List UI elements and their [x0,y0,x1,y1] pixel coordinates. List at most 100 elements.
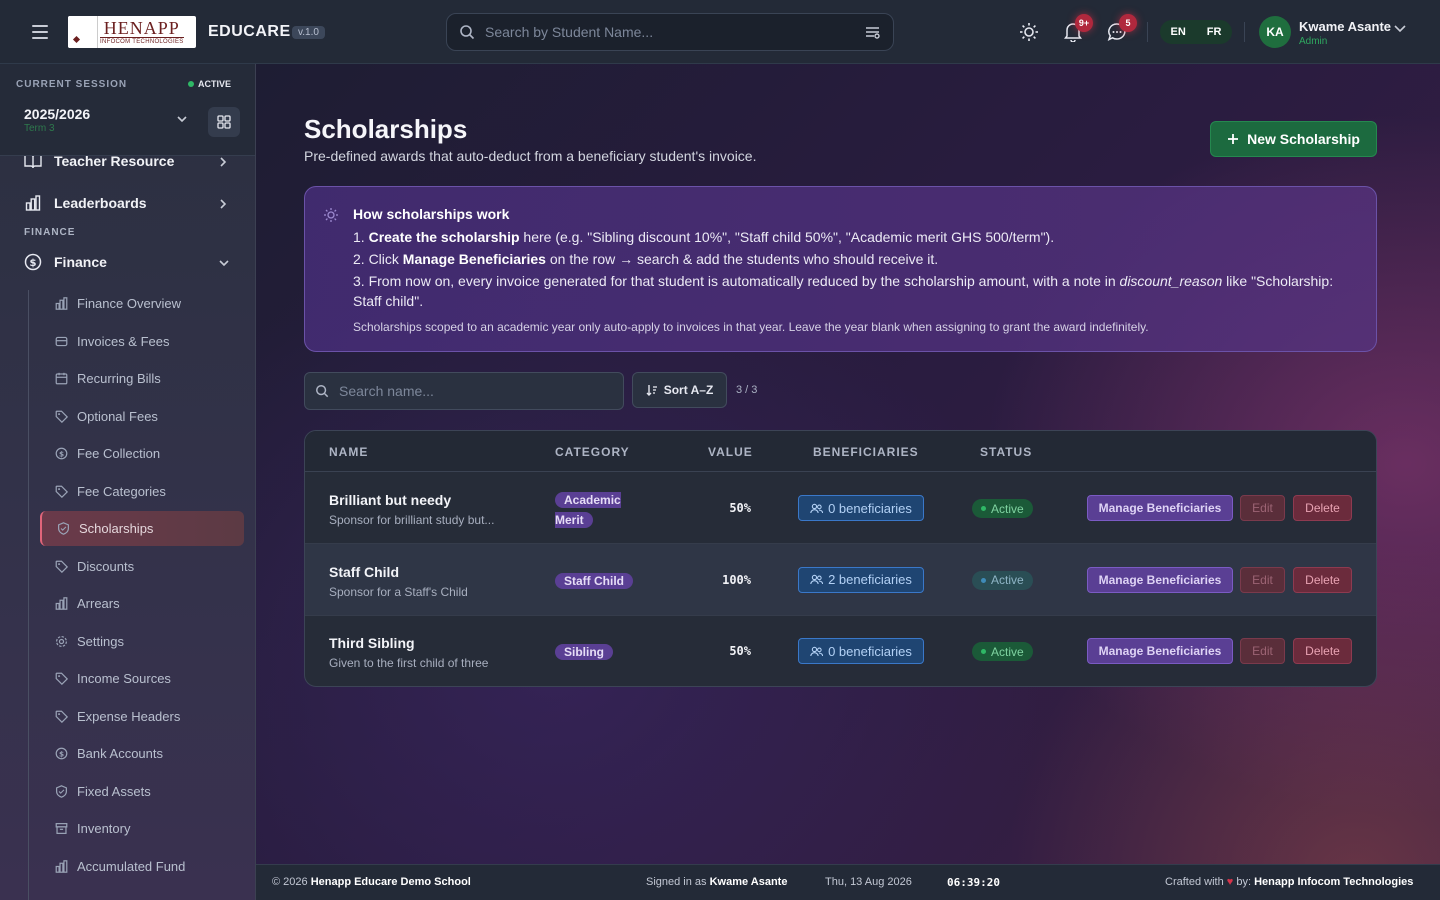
bar-chart-icon [54,859,68,873]
users-icon [810,574,824,585]
student-search[interactable] [446,13,894,51]
sidebar-item-label: Finance [54,254,107,270]
sidebar-item-invoices-fees[interactable]: Invoices & Fees [40,324,244,359]
sidebar-item-scholarships[interactable]: Scholarships [40,511,244,546]
messages-button[interactable]: 5 [1105,14,1137,44]
scholarship-search-input[interactable] [339,383,613,399]
beneficiaries-button[interactable]: 2 beneficiaries [798,566,924,593]
scholarship-value: 50% [729,644,751,658]
column-header-beneficiaries[interactable]: BENEFICIARIES [813,445,919,459]
status-badge: Active [972,499,1033,518]
status-badge: Active [972,642,1033,661]
delete-button[interactable]: Delete [1293,638,1352,664]
session-year[interactable]: 2025/2026 [24,106,90,122]
sidebar-item-fixed-assets[interactable]: Fixed Assets [40,774,244,809]
sidebar-item-leaderboards[interactable]: Leaderboards [24,194,147,212]
menu-toggle-icon[interactable] [30,22,50,42]
plus-icon [1227,133,1239,145]
footer: © 2026 Henapp Educare Demo School Signed… [256,864,1440,900]
tag-icon [54,559,68,573]
sidebar-item-label: Optional Fees [77,408,158,424]
sidebar-item-bank-accounts[interactable]: $ Bank Accounts [40,736,244,771]
sidebar-item-recurring-bills[interactable]: Recurring Bills [40,361,244,396]
chevron-right-icon[interactable] [218,156,228,168]
manage-beneficiaries-button[interactable]: Manage Beneficiaries [1087,638,1233,664]
avatar[interactable]: KA [1259,16,1291,48]
language-en[interactable]: EN [1171,26,1186,38]
sidebar-item-label: Accumulated Fund [77,858,186,874]
beneficiaries-button[interactable]: 0 beneficiaries [798,495,924,521]
status-badge: Active [972,570,1033,590]
category-badge: Sibling [555,642,613,662]
footer-clock: 06:39:20 [947,876,1000,889]
new-scholarship-button[interactable]: New Scholarship [1210,121,1377,157]
edit-button[interactable]: Edit [1240,495,1285,521]
notifications-badge: 9+ [1075,14,1093,32]
sidebar-item-inventory[interactable]: Inventory [40,811,244,846]
sort-button[interactable]: Sort A–Z [632,372,727,408]
delete-button[interactable]: Delete [1293,566,1352,593]
manage-beneficiaries-button[interactable]: Manage Beneficiaries [1087,495,1233,521]
sidebar-item-label: Arrears [77,596,120,611]
sidebar-item-finance-overview[interactable]: Finance Overview [40,286,244,321]
sidebar-item-label: Inventory [77,821,131,836]
submenu-guide [28,290,29,900]
edit-button[interactable]: Edit [1240,566,1285,593]
scholarship-description: Sponsor for a Staff's Child [329,584,468,599]
student-search-input[interactable] [485,24,865,40]
sidebar: Teacher Resource Leaderboards FINANCE $ … [0,64,256,900]
user-role: Admin [1299,36,1328,47]
sidebar-item-accumulated-fund[interactable]: Accumulated Fund [40,849,244,884]
logo-subtext: INFOCOM TECHNOLOGIES [100,36,184,45]
sun-icon [323,207,339,223]
result-count: 3 / 3 [736,384,758,396]
theme-toggle-icon[interactable] [1017,20,1041,44]
chevron-down-icon[interactable] [176,114,188,124]
main-content: Scholarships Pre-defined awards that aut… [256,64,1440,864]
scholarship-search[interactable] [304,372,624,410]
column-header-category[interactable]: CATEGORY [555,445,630,459]
scholarship-description: Given to the first child of three [329,656,489,670]
scholarship-name: Staff Child [329,563,399,580]
notifications-button[interactable]: 9+ [1061,14,1093,44]
footer-signed-in: Signed in as Kwame Asante [646,876,788,888]
chevron-down-icon[interactable] [218,258,230,268]
apps-grid-button[interactable] [208,107,240,137]
chevron-down-icon[interactable] [1393,24,1407,34]
beneficiaries-button[interactable]: 0 beneficiaries [798,638,924,664]
sidebar-item-income-sources[interactable]: Income Sources [40,661,244,696]
language-fr[interactable]: FR [1207,26,1222,38]
scholarship-value: 100% [722,572,751,587]
sidebar-item-arrears[interactable]: Arrears [40,586,244,621]
beneficiaries-count: 0 beneficiaries [828,643,912,659]
version-badge: v.1.0 [292,26,325,39]
sidebar-item-finance[interactable]: $ Finance [24,253,107,271]
sidebar-item-discounts[interactable]: Discounts [40,549,244,584]
sidebar-item-fee-collection[interactable]: $ Fee Collection [40,436,244,471]
sidebar-item-expense-headers[interactable]: Expense Headers [40,699,244,734]
sidebar-item-optional-fees[interactable]: Optional Fees [40,399,244,434]
user-name[interactable]: Kwame Asante [1299,19,1391,34]
scholarship-description: Sponsor for brilliant study but... [329,513,495,527]
filter-icon[interactable] [865,25,881,39]
delete-button[interactable]: Delete [1293,495,1352,521]
scholarship-name: Third Sibling [329,635,415,651]
column-header-name[interactable]: NAME [329,445,368,459]
manage-beneficiaries-button[interactable]: Manage Beneficiaries [1087,566,1233,593]
sidebar-item-settings[interactable]: Settings [40,624,244,659]
chevron-right-icon[interactable] [218,198,228,210]
search-icon [315,384,329,398]
column-header-value[interactable]: VALUE [708,445,753,459]
search-icon [459,24,475,40]
edit-button[interactable]: Edit [1240,638,1285,664]
info-step-2: 2. Click Manage Beneficiaries on the row… [353,251,939,267]
bar-chart-icon [24,194,42,212]
bar-chart-icon [54,597,68,611]
divider [1244,22,1245,42]
tag-icon [54,484,68,498]
sidebar-item-fee-categories[interactable]: Fee Categories [40,474,244,509]
footer-date: Thu, 13 Aug 2026 [825,876,912,888]
coin-icon: $ [54,747,68,761]
coin-icon: $ [54,447,68,461]
column-header-status[interactable]: STATUS [980,445,1032,459]
